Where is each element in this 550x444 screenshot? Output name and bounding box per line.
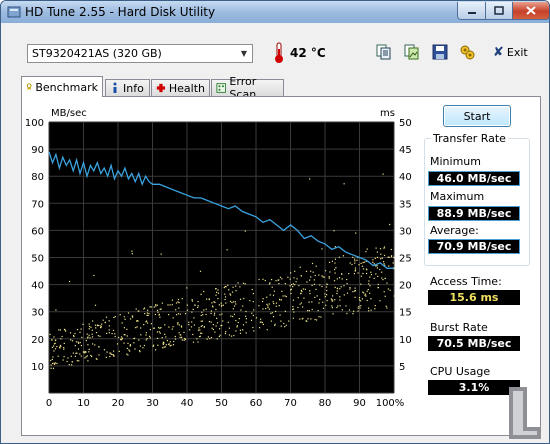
exit-x-icon: ✘ [493,45,504,60]
exit-label: Exit [506,46,528,59]
drive-select-value: ST9320421AS (320 GB) [32,47,162,60]
transfer-rate-title: Transfer Rate [431,132,508,145]
minimum-value: 46.0 MB/sec [428,171,520,186]
minimum-label: Minimum [430,155,481,168]
minimize-icon [467,11,476,14]
tab-benchmark[interactable]: Benchmark [21,76,103,97]
minimize-button[interactable] [457,2,486,20]
close-icon [526,6,536,15]
average-value: 70.9 MB/sec [428,239,520,254]
burst-rate-label: Burst Rate [430,321,488,334]
window-title: HD Tune 2.55 - Hard Disk Utility [25,5,216,19]
tab-error-scan[interactable]: Error Scan [211,75,284,101]
drive-select[interactable]: ST9320421AS (320 GB) ▼ [27,44,253,63]
close-button[interactable] [512,2,549,20]
app-icon [7,6,21,18]
temperature-value: 42 °C [290,46,326,60]
thermometer-icon [275,42,283,63]
maximum-label: Maximum [430,190,485,203]
options-icon[interactable] [458,43,476,61]
maximum-value: 88.9 MB/sec [428,206,520,221]
access-time-value: 15.6 ms [428,290,520,305]
save-icon[interactable] [431,43,449,61]
watermark-logo [509,387,541,439]
error-scan-icon [216,83,226,93]
maximize-icon [494,6,504,15]
start-button[interactable]: Start [443,105,511,127]
tab-info-label: Info [123,81,144,95]
burst-rate-value: 70.5 MB/sec [428,336,520,351]
info-icon [113,82,117,93]
chevron-down-icon[interactable]: ▼ [236,45,252,62]
copy-text-icon[interactable] [375,43,393,61]
tab-benchmark-label: Benchmark [35,80,98,94]
app-window: HD Tune 2.55 - Hard Disk Utility ST93204… [0,0,550,444]
exit-button[interactable]: ✘ Exit [493,45,528,60]
benchmark-icon [26,83,32,91]
cpu-usage-label: CPU Usage [430,365,491,378]
copy-image-icon[interactable] [403,43,421,61]
average-label: Average: [430,224,479,237]
tab-health-label: Health [168,81,205,95]
title-bar[interactable]: HD Tune 2.55 - Hard Disk Utility [1,1,549,23]
maximize-button[interactable] [485,2,513,20]
tab-health[interactable]: Health [151,79,210,96]
health-icon [156,83,166,93]
access-time-label: Access Time: [430,275,502,288]
tab-info[interactable]: Info [105,79,150,96]
